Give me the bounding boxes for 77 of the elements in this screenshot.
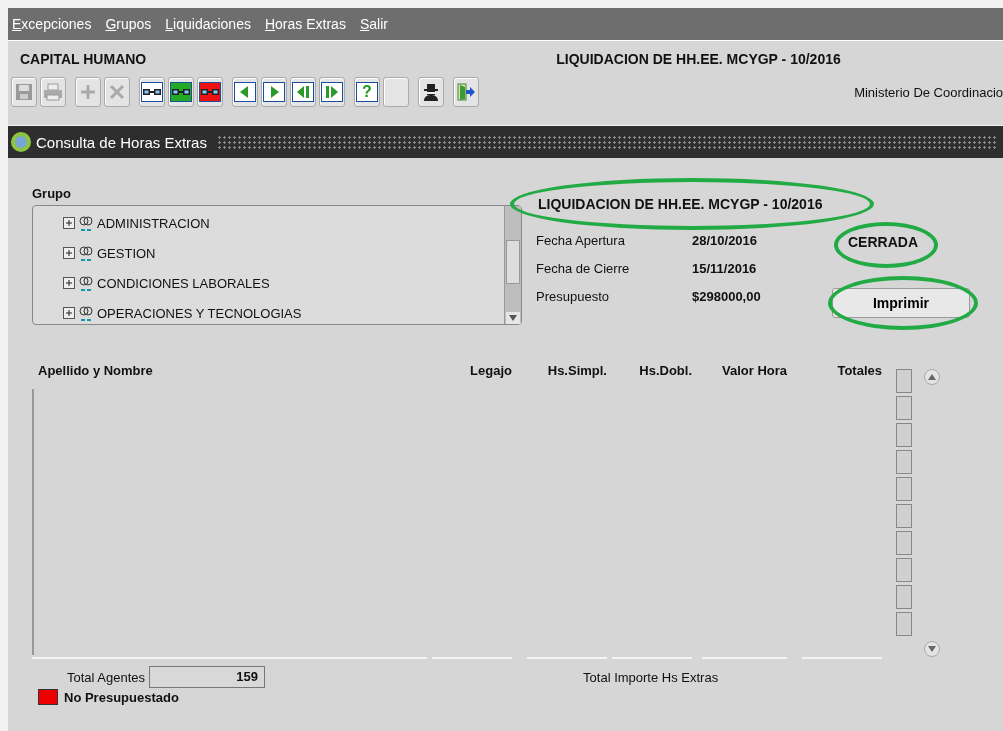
menu-item[interactable]: Horas Extras <box>264 16 346 32</box>
column-header: Hs.Dobl. <box>638 362 692 378</box>
app-title: CAPITAL HUMANO <box>20 51 147 67</box>
field-value: 28/10/2016 <box>692 232 758 248</box>
glasses-icon <box>199 82 221 102</box>
toolbar-button[interactable] <box>453 77 479 107</box>
expand-icon[interactable] <box>63 247 75 259</box>
toolbar-button[interactable] <box>168 77 194 107</box>
globe-icon <box>10 131 32 153</box>
tree-item[interactable]: GESTION <box>97 245 156 261</box>
field-value: 15/11/2016 <box>692 260 757 276</box>
menu-item[interactable]: Salir <box>359 16 388 32</box>
field-label: Presupuesto <box>536 288 610 304</box>
toolbar-button[interactable]: ? <box>354 77 380 107</box>
print-button[interactable]: Imprimir <box>832 288 970 318</box>
row-checkbox[interactable] <box>896 477 912 501</box>
row-checkbox[interactable] <box>896 369 912 393</box>
menu-item[interactable]: Liquidaciones <box>165 16 251 32</box>
toolbar-button[interactable] <box>232 77 258 107</box>
form-title: Consulta de Horas Extras <box>36 133 207 151</box>
menu-item[interactable]: Grupos <box>105 16 152 32</box>
toolbar-button[interactable] <box>197 77 223 107</box>
expand-icon[interactable] <box>63 217 75 229</box>
scroll-down-button[interactable] <box>924 641 940 657</box>
status-label: CERRADA <box>848 234 918 250</box>
tree-item[interactable]: OPERACIONES Y TECNOLOGIAS <box>97 305 302 321</box>
liquidation-title: LIQUIDACION DE HH.EE. MCYGP - 10/2016 <box>538 196 823 212</box>
row-checkbox[interactable] <box>896 504 912 528</box>
window-title: LIQUIDACION DE HH.EE. MCYGP - 10/2016 <box>556 51 841 67</box>
column-header: Hs.Simpl. <box>546 362 607 378</box>
total-agents-label: Total Agentes <box>67 669 146 685</box>
field-value: $298000,00 <box>692 288 761 304</box>
menu-item[interactable]: Excepciones <box>12 16 92 32</box>
row-checkbox[interactable] <box>896 423 912 447</box>
legend-label: No Presupuestado <box>64 689 179 705</box>
row-checkbox[interactable] <box>896 531 912 555</box>
door-arrow-icon <box>456 82 476 102</box>
people-icon <box>78 245 94 261</box>
toolbar-button[interactable] <box>418 77 444 107</box>
row-checkbox[interactable] <box>896 558 912 582</box>
down-arrow-icon <box>509 315 517 321</box>
organization-label: Ministerio De Coordinacio <box>854 84 1003 100</box>
tree-item[interactable]: CONDICIONES LABORALES <box>97 275 270 291</box>
field-label: Fecha Apertura <box>536 232 626 248</box>
people-icon <box>78 215 94 231</box>
x-icon <box>108 83 126 101</box>
toolbar-button[interactable] <box>139 77 165 107</box>
row-checkbox[interactable] <box>896 585 912 609</box>
plus-icon <box>79 83 97 101</box>
group-label: Grupo <box>32 186 72 201</box>
row-checkbox[interactable] <box>896 612 912 636</box>
column-header: Valor Hora <box>720 362 787 378</box>
toolbar-button[interactable] <box>319 77 345 107</box>
glasses-icon <box>141 82 163 102</box>
scroll-up-button[interactable] <box>924 369 940 385</box>
blank-button[interactable] <box>383 77 409 107</box>
row-checkbox[interactable] <box>896 450 912 474</box>
people-icon <box>78 275 94 291</box>
field-label: Fecha de Cierre <box>536 260 631 276</box>
toolbar-button[interactable] <box>290 77 316 107</box>
column-header: Totales <box>836 362 882 378</box>
column-header: Legajo <box>469 362 512 378</box>
scrollbar[interactable] <box>504 206 521 324</box>
row-checkbox[interactable] <box>896 396 912 420</box>
hat-figure-icon <box>421 82 441 102</box>
toolbar-button[interactable] <box>261 77 287 107</box>
down-arrow-icon <box>927 645 937 653</box>
expand-icon[interactable] <box>63 277 75 289</box>
column-header: Apellido y Nombre <box>37 362 154 378</box>
tree-item[interactable]: ADMINISTRACION <box>97 215 210 231</box>
glasses-icon <box>170 82 192 102</box>
up-arrow-icon <box>927 373 937 381</box>
total-agents-field: 159 <box>149 666 266 688</box>
total-amount-label: Total Importe Hs Extras <box>583 669 719 685</box>
people-icon <box>78 305 94 321</box>
printer-icon <box>43 83 63 101</box>
expand-icon[interactable] <box>63 307 75 319</box>
